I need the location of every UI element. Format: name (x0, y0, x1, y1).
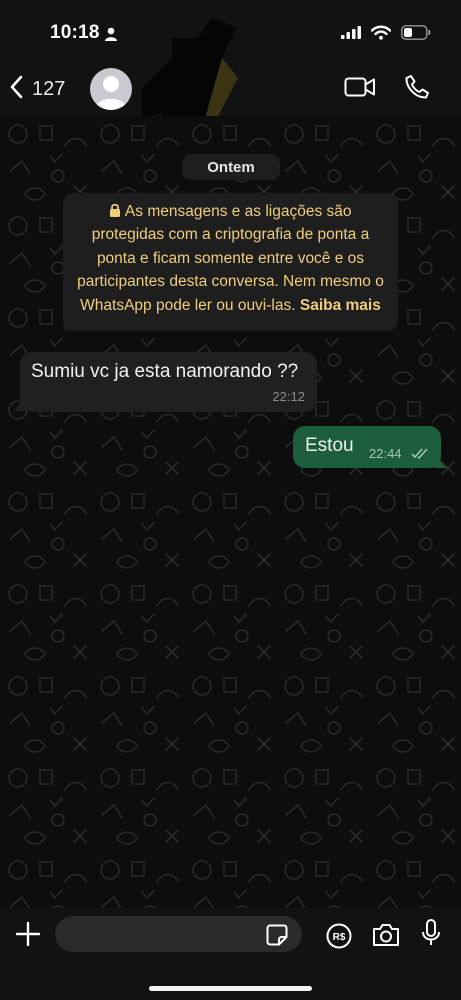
chat-header: 127 (0, 18, 461, 138)
unread-count: 127 (32, 78, 66, 100)
wifi-icon (370, 25, 392, 45)
message-time: 22:44 (369, 446, 402, 461)
signal-icon (341, 26, 361, 44)
camera-button[interactable] (371, 922, 401, 953)
date-chip: Ontem (182, 154, 280, 180)
back-button[interactable]: 127 (10, 75, 65, 104)
video-call-button[interactable] (344, 76, 376, 103)
video-call-icon (344, 77, 375, 97)
camera-icon (373, 924, 399, 946)
attach-button[interactable] (15, 921, 41, 952)
incoming-message[interactable]: Sumiu vc ja esta namorando ?? 22:12 (20, 352, 317, 412)
chat-area[interactable]: Ontem As mensagens e as ligações são pro… (0, 116, 461, 908)
message-input[interactable] (55, 916, 302, 952)
home-indicator (149, 986, 312, 991)
voice-call-button[interactable] (404, 74, 430, 105)
composer-bar: R$ (0, 908, 461, 1000)
read-ticks-icon (411, 446, 429, 464)
sticker-icon (266, 924, 288, 946)
message-text: Sumiu vc ja esta namorando ?? (31, 361, 299, 382)
outgoing-bubble-tail (434, 452, 448, 468)
sticker-button[interactable] (266, 924, 288, 951)
lock-icon (109, 203, 124, 220)
message-time: 22:12 (272, 389, 305, 404)
payment-button[interactable]: R$ (326, 923, 352, 954)
battery-icon (401, 25, 431, 45)
plus-icon (15, 921, 41, 947)
avatar[interactable] (90, 68, 132, 110)
incoming-bubble-tail (12, 395, 26, 411)
encryption-notice[interactable]: As mensagens e as ligações são protegida… (63, 193, 398, 331)
microphone-icon (422, 919, 440, 945)
microphone-button[interactable] (420, 918, 442, 953)
status-time: 10:18 (50, 22, 100, 43)
phone-icon (405, 75, 429, 99)
outgoing-message[interactable]: Estou 22:44 (293, 426, 441, 468)
message-text: Estou (305, 435, 354, 456)
svg-text:R$: R$ (333, 932, 346, 943)
payment-icon: R$ (326, 923, 352, 949)
back-chevron-icon (10, 75, 24, 104)
person-icon (104, 27, 118, 46)
learn-more-link[interactable]: Saiba mais (300, 297, 381, 314)
